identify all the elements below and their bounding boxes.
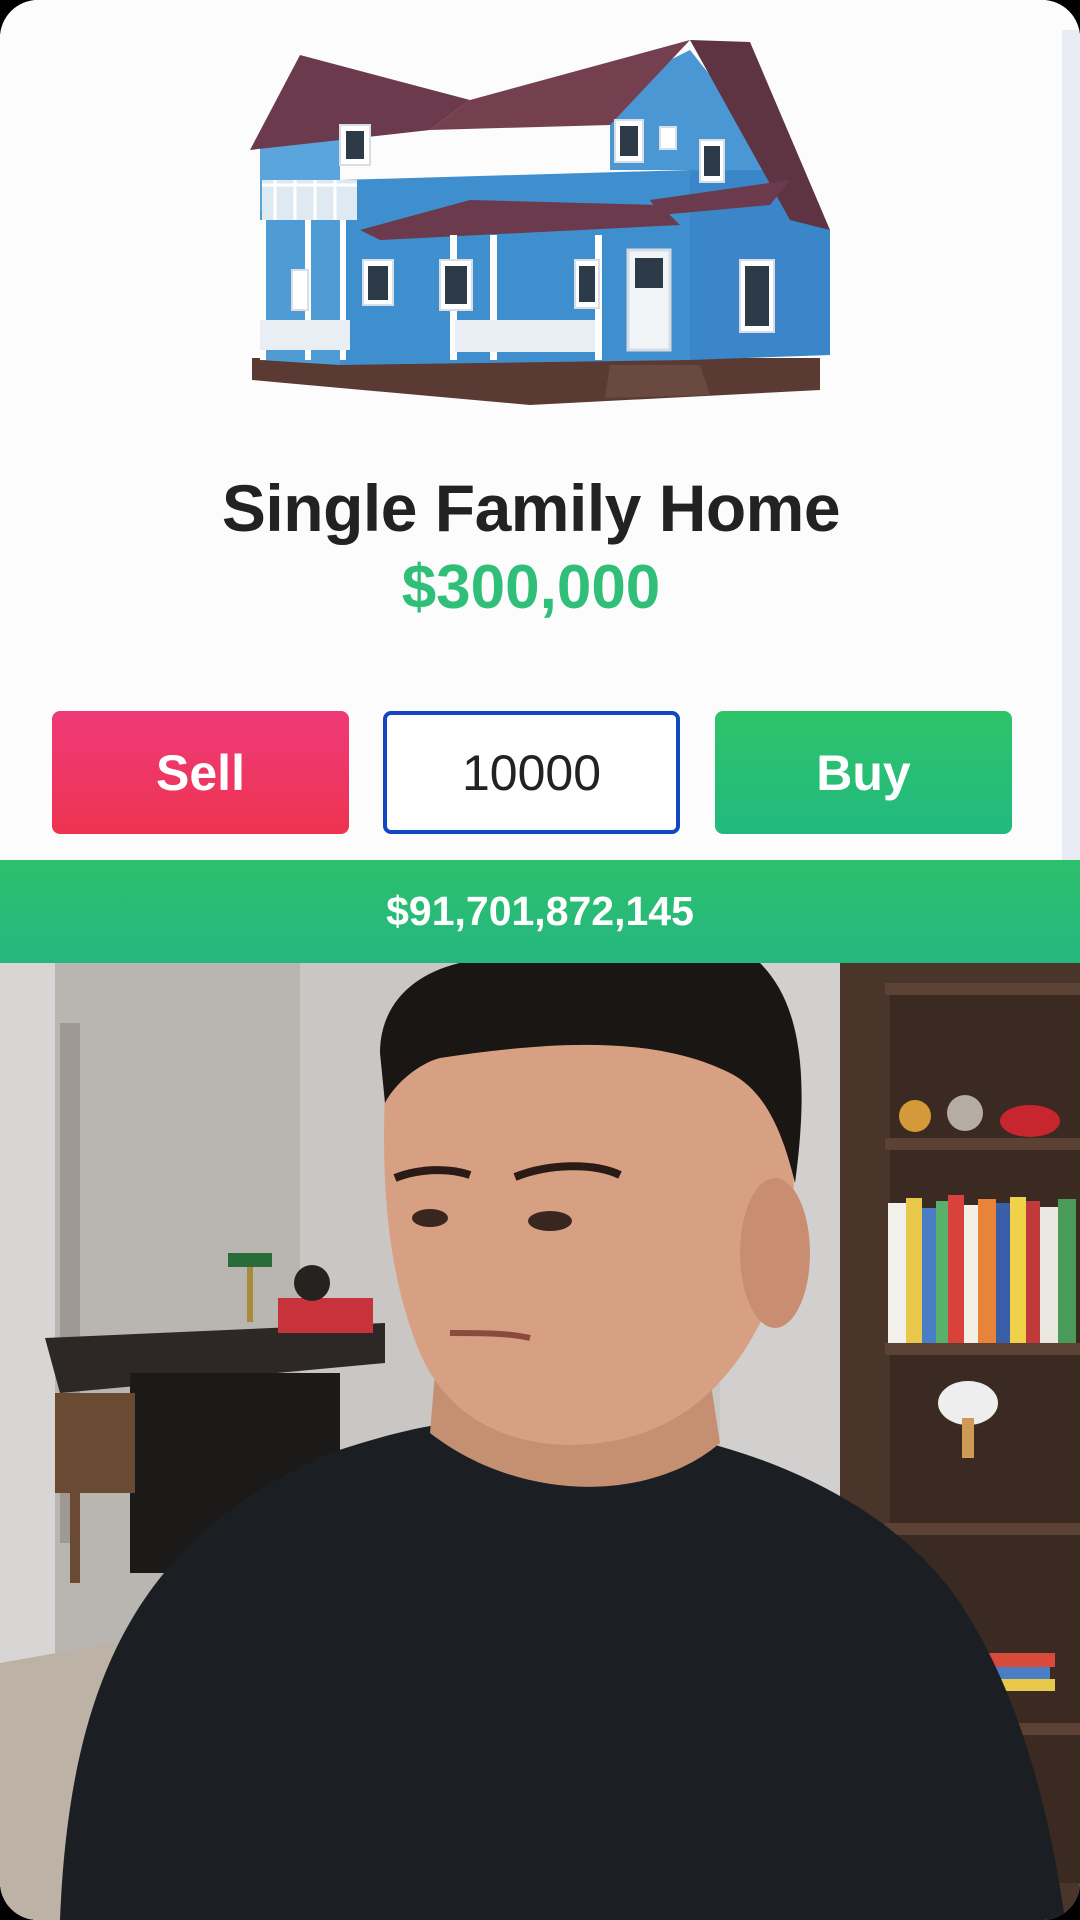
product-price: $300,000 [401, 553, 661, 622]
house-image [230, 30, 840, 425]
quantity-input[interactable] [387, 742, 676, 803]
presenter-video [0, 957, 1080, 1920]
product-title: Single Family Home [221, 471, 841, 545]
quantity-field[interactable] [383, 711, 680, 834]
product-card: Single Family Home $300,000 Sell Buy [0, 0, 1080, 860]
buy-button[interactable]: Buy [715, 711, 1012, 834]
balance-amount: $91,701,872,145 [386, 888, 694, 934]
balance-bar: $91,701,872,145 [0, 860, 1080, 963]
sell-button[interactable]: Sell [52, 711, 349, 834]
app-screen: Single Family Home $300,000 Sell Buy $91… [0, 0, 1080, 1920]
scrollbar[interactable] [1062, 30, 1080, 860]
